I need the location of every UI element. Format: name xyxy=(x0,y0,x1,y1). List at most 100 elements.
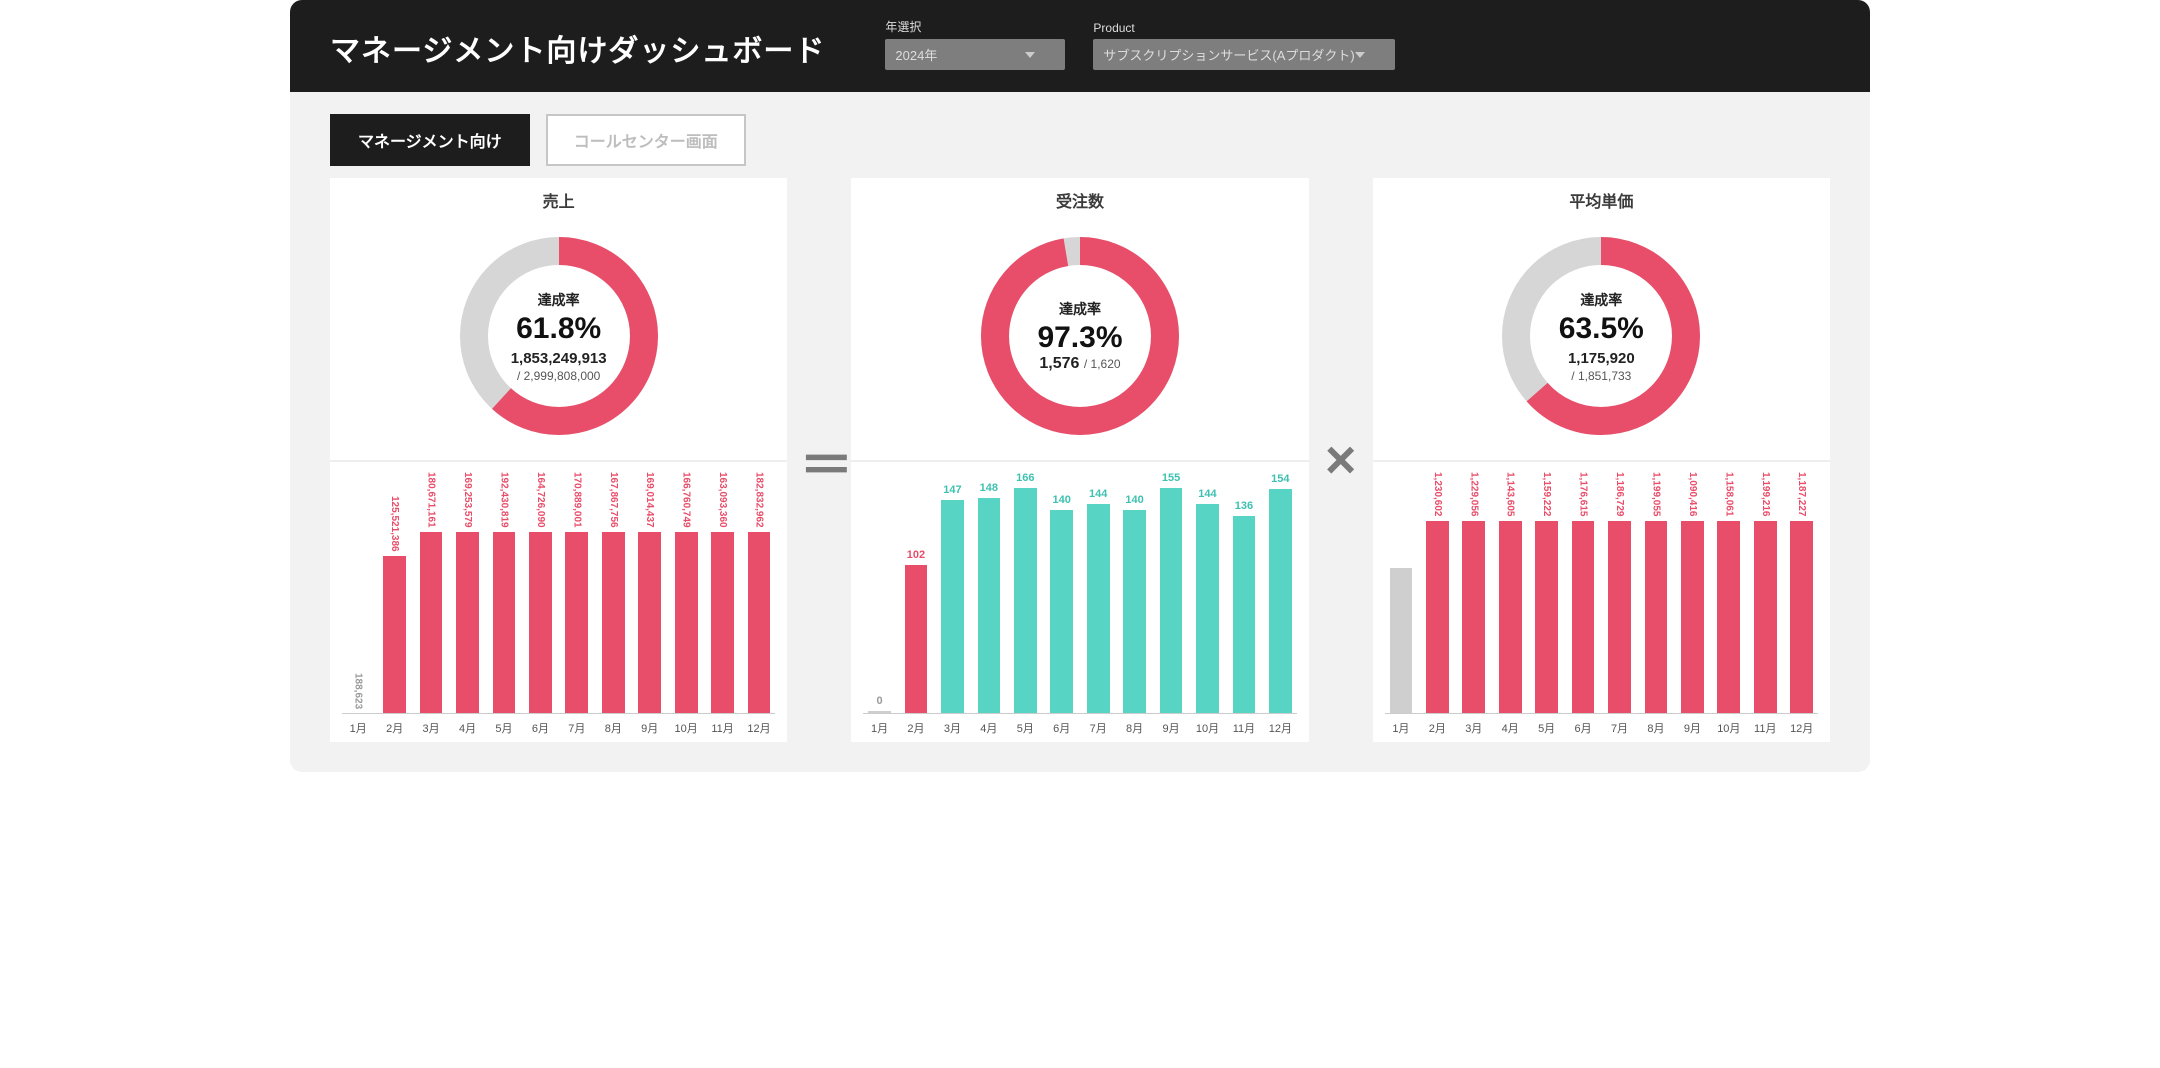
bar-col: 1,187,227 xyxy=(1785,472,1817,713)
chevron-down-icon xyxy=(1025,52,1035,58)
year-select-value: 2024年 xyxy=(895,45,937,64)
bar-value-label: 192,430,819 xyxy=(498,472,509,528)
x-axis-label: 3月 xyxy=(415,720,447,736)
bar xyxy=(456,532,479,713)
bar-value-label: 102 xyxy=(907,549,925,561)
bar xyxy=(905,565,928,713)
bar xyxy=(1050,510,1073,713)
bar-col: 140 xyxy=(1046,472,1078,713)
bar-value-label: 125,521,386 xyxy=(389,496,400,552)
bar xyxy=(941,500,964,713)
tabs: マネージメント向け コールセンター画面 xyxy=(290,92,1870,178)
x-axis-label: 12月 xyxy=(743,720,775,736)
x-axis-label: 5月 xyxy=(1530,720,1562,736)
bar xyxy=(1572,521,1595,714)
bar-col: 1,158,061 xyxy=(1713,472,1745,713)
bar-value-label: 166,760,749 xyxy=(681,472,692,528)
bar-col: 1,176,615 xyxy=(1567,472,1599,713)
bar xyxy=(1014,488,1037,713)
donut-center: 達成率 61.8% 1,853,249,913 / 2,999,808,000 xyxy=(449,226,669,446)
bar-col: 154 xyxy=(1264,472,1296,713)
bar-col: 166,760,749 xyxy=(670,472,702,713)
bar-value-label: 1,090,416 xyxy=(1687,472,1698,517)
topbar: マネージメント向けダッシュボード 年選択 2024年 Product サブスクリ… xyxy=(290,0,1870,92)
bar-col: 1,159,222 xyxy=(1530,472,1562,713)
rate-target: / 1,620 xyxy=(1084,357,1121,371)
bar-value-label: 169,014,437 xyxy=(644,472,655,528)
bar xyxy=(420,532,443,713)
x-axis-label: 7月 xyxy=(1082,720,1114,736)
bar-value-label: 144 xyxy=(1089,488,1107,500)
bar-col: 1,186,729 xyxy=(1603,472,1635,713)
bar-col: 1,230,602 xyxy=(1421,472,1453,713)
bar-col: 170,889,001 xyxy=(561,472,593,713)
bar-col: 166 xyxy=(1009,472,1041,713)
bar-value-label: 140 xyxy=(1125,494,1143,506)
tab-callcenter[interactable]: コールセンター画面 xyxy=(546,114,746,166)
x-axis-label: 10月 xyxy=(1713,720,1745,736)
x-axis-label: 10月 xyxy=(670,720,702,736)
bar-col: 169,014,437 xyxy=(634,472,666,713)
bar-value-label: 1,143,605 xyxy=(1505,472,1516,517)
card-title: 平均単価 xyxy=(1373,178,1830,218)
bar-value-label: 1,158,061 xyxy=(1723,472,1734,517)
bar-value-label: 1,176,615 xyxy=(1578,472,1589,517)
bar-value-label: 147 xyxy=(943,484,961,496)
product-select[interactable]: サブスクリプションサービス(Aプロダクト) xyxy=(1093,39,1394,70)
bar xyxy=(1160,488,1183,713)
x-axis-label: 1月 xyxy=(863,720,895,736)
x-axis-label: 1月 xyxy=(1385,720,1417,736)
bar-col: 164,726,090 xyxy=(524,472,556,713)
donut-center: 達成率 97.3% 1,576 / 1,620 xyxy=(970,226,1190,446)
bar-col: 182,832,962 xyxy=(743,472,775,713)
bar-chart-orders: 0102147148166140144140155144136154 1月2月3… xyxy=(851,462,1308,742)
donut-price: 達成率 63.5% 1,175,920 / 1,851,733 xyxy=(1373,218,1830,462)
x-axis-label: 3月 xyxy=(1458,720,1490,736)
bar xyxy=(1790,521,1813,714)
x-axis-label: 9月 xyxy=(634,720,666,736)
rate-percent: 97.3% xyxy=(1037,321,1122,355)
bar xyxy=(493,532,516,713)
donut-center: 達成率 63.5% 1,175,920 / 1,851,733 xyxy=(1491,226,1711,446)
bar-value-label: 1,159,222 xyxy=(1541,472,1552,517)
product-filter: Product サブスクリプションサービス(Aプロダクト) xyxy=(1093,21,1394,70)
product-label: Product xyxy=(1093,21,1394,35)
bar-col: 136 xyxy=(1228,472,1260,713)
x-axis-label: 11月 xyxy=(1749,720,1781,736)
x-axis-label: 12月 xyxy=(1264,720,1296,736)
bar xyxy=(638,532,661,713)
bar xyxy=(711,532,734,713)
card-price: 平均単価 達成率 63.5% 1,175,920 / 1,851,733 1,2… xyxy=(1373,178,1830,742)
bar xyxy=(1499,521,1522,714)
x-axis-label: 2月 xyxy=(900,720,932,736)
bar xyxy=(1608,521,1631,714)
bar xyxy=(1462,521,1485,714)
tab-management[interactable]: マネージメント向け xyxy=(330,114,530,166)
card-title: 売上 xyxy=(330,178,787,218)
bar-value-label: 154 xyxy=(1271,473,1289,485)
bar xyxy=(1426,521,1449,714)
year-select[interactable]: 2024年 xyxy=(885,39,1065,70)
bar xyxy=(1123,510,1146,713)
bar xyxy=(529,532,552,713)
bar-col: 125,521,386 xyxy=(378,472,410,713)
x-axis-label: 6月 xyxy=(524,720,556,736)
x-axis-label: 4月 xyxy=(451,720,483,736)
kpi-row: 売上 達成率 61.8% 1,853,249,913 / 2,999,808,0… xyxy=(290,178,1870,772)
bar-value-label: 140 xyxy=(1053,494,1071,506)
bar-col: 1,199,216 xyxy=(1749,472,1781,713)
rate-percent: 61.8% xyxy=(516,312,601,346)
x-axis-label: 7月 xyxy=(561,720,593,736)
bar-col: 144 xyxy=(1191,472,1223,713)
bar-value-label: 144 xyxy=(1198,488,1216,500)
bar-col xyxy=(1385,472,1417,713)
bar-value-label: 1,229,056 xyxy=(1468,472,1479,517)
bar-col: 163,093,360 xyxy=(706,472,738,713)
x-axis-label: 6月 xyxy=(1567,720,1599,736)
x-axis-label: 8月 xyxy=(1640,720,1672,736)
bar-value-label: 148 xyxy=(980,482,998,494)
x-axis-label: 2月 xyxy=(378,720,410,736)
rate-label: 達成率 xyxy=(538,290,580,310)
card-orders: 受注数 達成率 97.3% 1,576 / 1,620 010214714816… xyxy=(851,178,1308,742)
bar-col: 155 xyxy=(1155,472,1187,713)
